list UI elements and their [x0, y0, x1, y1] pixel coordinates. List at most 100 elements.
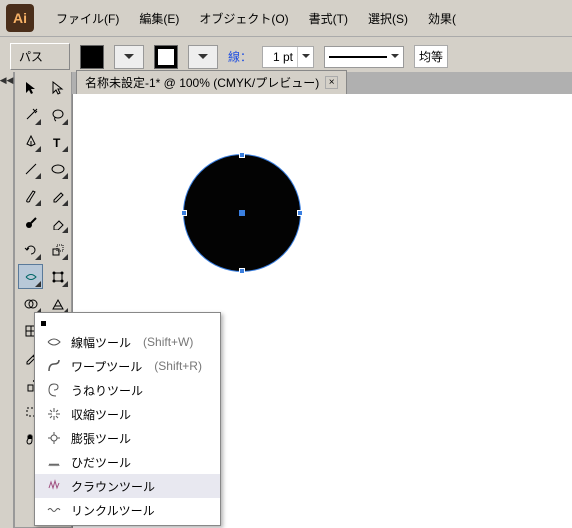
- stroke-width-input[interactable]: [262, 46, 314, 68]
- menu-select[interactable]: 選択(S): [360, 7, 416, 30]
- document-tabs: 名称未設定-1* @ 100% (CMYK/プレビュー) ×: [72, 72, 572, 94]
- flyout-warp-tool[interactable]: ワープツール (Shift+R): [35, 354, 220, 378]
- flyout-item-label: 収縮ツール: [71, 406, 131, 423]
- fill-stroke-swatches[interactable]: [80, 45, 104, 69]
- center-point[interactable]: [239, 210, 245, 216]
- fill-swatch[interactable]: [81, 46, 103, 68]
- menu-type[interactable]: 書式(T): [301, 7, 356, 30]
- stroke-swatch[interactable]: [155, 46, 177, 68]
- flyout-item-label: 線幅ツール: [71, 334, 131, 351]
- menu-bar: Ai ファイル(F) 編集(E) オブジェクト(O) 書式(T) 選択(S) 効…: [0, 0, 572, 37]
- scallop-tool-icon: [45, 453, 63, 471]
- free-transform-tool[interactable]: [45, 264, 70, 289]
- type-tool[interactable]: T: [45, 129, 70, 154]
- menu-effect[interactable]: 効果(: [420, 7, 464, 30]
- pen-icon: [24, 135, 38, 149]
- flyout-twirl-tool[interactable]: うねりツール: [35, 378, 220, 402]
- type-icon: T: [51, 135, 65, 149]
- flyout-item-label: リンクルツール: [71, 502, 155, 519]
- ellipse-tool[interactable]: [45, 156, 70, 181]
- wrinkle-tool-icon: [45, 501, 63, 519]
- flyout-scallop-tool[interactable]: ひだツール: [35, 450, 220, 474]
- anchor-point[interactable]: [239, 152, 245, 158]
- crystallize-tool-icon: [45, 477, 63, 495]
- line-tool[interactable]: [18, 156, 43, 181]
- anchor-point[interactable]: [181, 210, 187, 216]
- width-tool[interactable]: [18, 264, 43, 289]
- paintbrush-tool[interactable]: [18, 183, 43, 208]
- selection-name[interactable]: パス: [10, 43, 70, 70]
- tearoff-handle[interactable]: [35, 316, 220, 330]
- chevron-down-icon: [302, 54, 310, 59]
- blob-icon: [24, 216, 38, 230]
- flyout-pucker-tool[interactable]: 収縮ツール: [35, 402, 220, 426]
- stroke-swatch-dropdown[interactable]: [188, 45, 218, 69]
- chevron-down-icon: [124, 54, 134, 60]
- rotate-icon: [24, 243, 38, 257]
- anchor-point[interactable]: [239, 268, 245, 274]
- width-icon: [24, 270, 38, 284]
- flyout-width-tool[interactable]: 線幅ツール (Shift+W): [35, 330, 220, 354]
- flyout-crystallize-tool[interactable]: クラウンツール: [35, 474, 220, 498]
- menu-object[interactable]: オブジェクト(O): [191, 7, 296, 30]
- flyout-item-shortcut: (Shift+R): [154, 359, 202, 373]
- pencil-tool[interactable]: [45, 183, 70, 208]
- pucker-tool-icon: [45, 405, 63, 423]
- warp-tool-icon: [45, 357, 63, 375]
- scale-tool[interactable]: [45, 237, 70, 262]
- chevron-down-icon: [198, 54, 208, 60]
- document-tab[interactable]: 名称未設定-1* @ 100% (CMYK/プレビュー) ×: [76, 70, 347, 94]
- document-tab-title: 名称未設定-1* @ 100% (CMYK/プレビュー): [85, 74, 319, 91]
- magic-wand-tool[interactable]: [18, 102, 43, 127]
- stroke-profile-dropdown[interactable]: 均等: [414, 45, 448, 68]
- stroke-label[interactable]: 線：: [228, 48, 252, 65]
- width-tool-icon: [45, 333, 63, 351]
- pencil-icon: [51, 189, 65, 203]
- flyout-wrinkle-tool[interactable]: リンクルツール: [35, 498, 220, 522]
- chevron-down-icon: [391, 54, 399, 59]
- rotate-tool[interactable]: [18, 237, 43, 262]
- twirl-tool-icon: [45, 381, 63, 399]
- stroke-swatch-pair[interactable]: [154, 45, 178, 69]
- lasso-icon: [51, 108, 65, 122]
- stroke-width-field[interactable]: [263, 47, 297, 67]
- app-logo: Ai: [6, 4, 34, 32]
- tool-collapse-handle[interactable]: ◀◀: [0, 72, 14, 528]
- direct-selection-tool[interactable]: [45, 75, 70, 100]
- shapebuilder-icon: [24, 297, 38, 311]
- scale-icon: [51, 243, 65, 257]
- swatch-dropdown[interactable]: [114, 45, 144, 69]
- close-tab-button[interactable]: ×: [325, 76, 338, 89]
- stroke-style-preview: [329, 56, 387, 58]
- flyout-item-label: クラウンツール: [71, 478, 155, 495]
- stroke-style-dropdown[interactable]: [324, 46, 404, 68]
- transform-icon: [51, 270, 65, 284]
- menu-file[interactable]: ファイル(F): [48, 7, 127, 30]
- ellipse-icon: [51, 162, 65, 176]
- stroke-width-stepper[interactable]: [297, 47, 313, 67]
- pen-tool[interactable]: [18, 129, 43, 154]
- eraser-tool[interactable]: [45, 210, 70, 235]
- eraser-icon: [51, 216, 65, 230]
- arrow-outline-icon: [51, 81, 65, 95]
- selection-tool[interactable]: [18, 75, 43, 100]
- perspective-icon: [51, 297, 65, 311]
- line-icon: [24, 162, 38, 176]
- wand-icon: [24, 108, 38, 122]
- flyout-item-shortcut: (Shift+W): [143, 335, 193, 349]
- flyout-item-label: 膨張ツール: [71, 430, 131, 447]
- flyout-item-label: ワープツール: [71, 358, 142, 375]
- anchor-point[interactable]: [297, 210, 303, 216]
- flyout-item-label: ひだツール: [71, 454, 131, 471]
- selected-ellipse[interactable]: [183, 154, 301, 272]
- stroke-profile-label: 均等: [419, 48, 443, 65]
- bloat-tool-icon: [45, 429, 63, 447]
- svg-text:T: T: [53, 136, 61, 149]
- blob-brush-tool[interactable]: [18, 210, 43, 235]
- flyout-bloat-tool[interactable]: 膨張ツール: [35, 426, 220, 450]
- lasso-tool[interactable]: [45, 102, 70, 127]
- tool-flyout-menu: 線幅ツール (Shift+W) ワープツール (Shift+R) うねりツール …: [34, 312, 221, 526]
- menu-edit[interactable]: 編集(E): [131, 7, 187, 30]
- arrow-icon: [24, 81, 38, 95]
- flyout-item-label: うねりツール: [71, 382, 143, 399]
